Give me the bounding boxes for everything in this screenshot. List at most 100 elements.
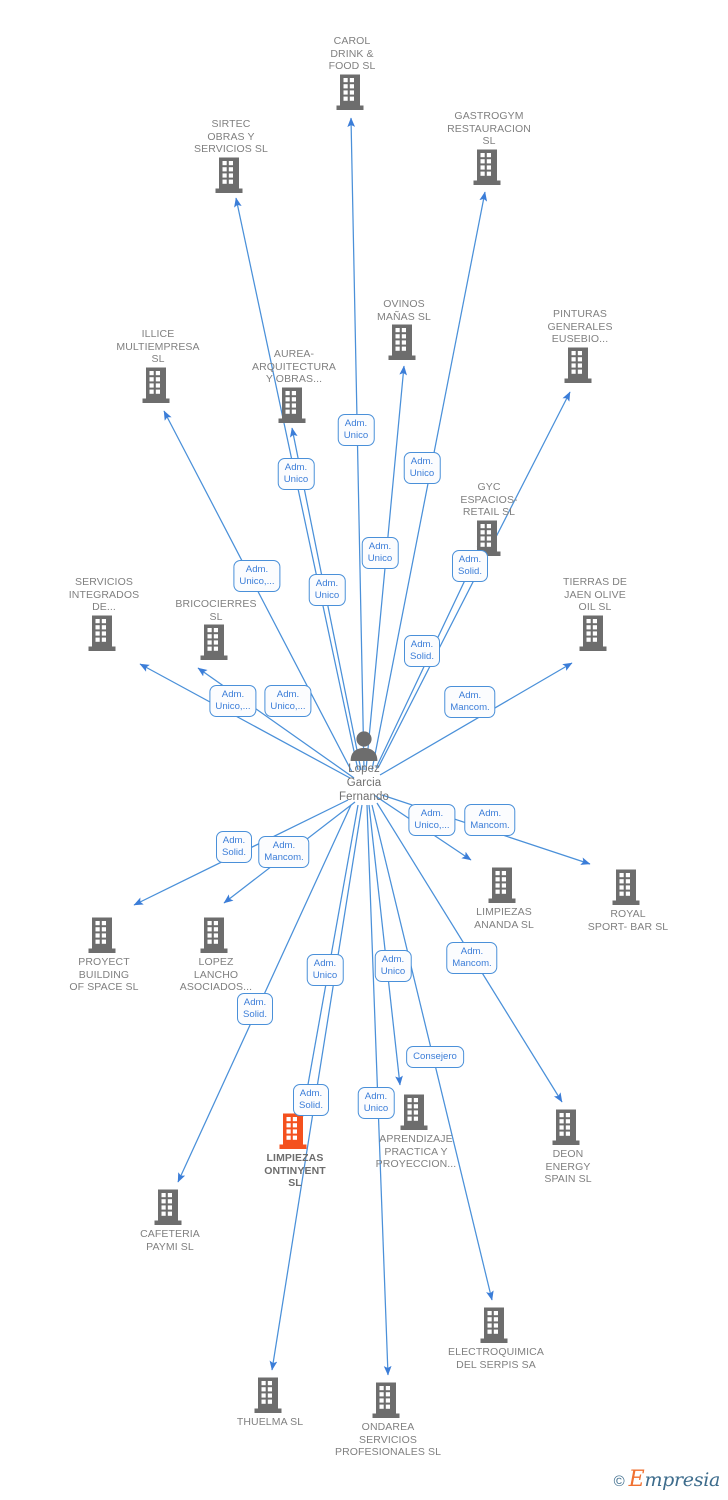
person-icon	[304, 730, 424, 762]
node-label: LIMPIEZAS ANANDA SL	[474, 906, 534, 931]
building-icon	[520, 346, 640, 386]
node-royal[interactable]: ROYAL SPORT- BAR SL	[568, 868, 688, 933]
node-label: ONDAREA SERVICIOS PROFESIONALES SL	[334, 1421, 442, 1459]
edge-label-pinturas[interactable]: Adm. Solid.	[404, 635, 440, 667]
node-label: CAFETERIA PAYMI SL	[140, 1228, 200, 1253]
building-glyph	[388, 324, 416, 361]
edge-label-illice[interactable]: Adm. Unico,...	[233, 560, 281, 592]
node-electro[interactable]: ELECTROQUIMICA DEL SERPIS SA	[436, 1306, 556, 1371]
building-icon	[508, 1108, 628, 1148]
building-icon	[535, 614, 655, 654]
node-label: BRICOCIERRES SL	[175, 598, 257, 623]
node-label: LIMPIEZAS ONTINYENT SL	[264, 1152, 326, 1190]
node-sirtec[interactable]: SIRTEC OBRAS Y SERVICIOS SL	[171, 118, 291, 196]
node-cafeteria[interactable]: CAFETERIA PAYMI SL	[110, 1188, 230, 1253]
node-limpiezas_on[interactable]: LIMPIEZAS ONTINYENT SL	[235, 1112, 355, 1190]
edge-label-sirtec[interactable]: Adm. Unico	[277, 458, 315, 490]
node-label: PROYECT BUILDING OF SPACE SL	[69, 956, 139, 994]
node-limpiezas_an[interactable]: LIMPIEZAS ANANDA SL	[444, 866, 564, 931]
node-tierras[interactable]: TIERRAS DE JAEN OLIVE OIL SL	[535, 576, 655, 654]
node-proyect[interactable]: PROYECT BUILDING OF SPACE SL	[44, 916, 164, 994]
building-icon	[444, 866, 564, 906]
edge-label-royal[interactable]: Adm. Mancom.	[464, 804, 516, 836]
node-bricocierres[interactable]: BRICOCIERRES SL	[156, 598, 276, 663]
building-icon	[235, 1112, 355, 1152]
building-icon	[156, 623, 276, 663]
building-glyph	[278, 387, 306, 423]
edge-label-thuelma[interactable]: Adm. Unico	[306, 954, 344, 986]
edge-label-carol[interactable]: Adm. Unico	[337, 414, 375, 446]
building-glyph	[142, 367, 170, 403]
node-servicios[interactable]: SERVICIOS INTEGRADOS DE...	[44, 576, 164, 654]
node-center[interactable]: Lopez Garcia Fernando	[304, 730, 424, 804]
node-thuelma[interactable]: THUELMA SL	[210, 1376, 330, 1429]
building-glyph	[473, 149, 501, 185]
building-icon	[110, 1188, 230, 1228]
edge-label-limpiezas_an[interactable]: Adm. Unico,...	[408, 804, 456, 836]
building-glyph	[400, 1094, 428, 1130]
node-pinturas[interactable]: PINTURAS GENERALES EUSEBIO...	[520, 308, 640, 386]
edge-label-cafeteria[interactable]: Adm. Solid.	[237, 993, 273, 1025]
building-icon	[98, 366, 218, 406]
building-icon	[234, 386, 354, 426]
edge-label-ondarea[interactable]: Adm. Unico	[357, 1087, 395, 1119]
building-glyph	[552, 1109, 580, 1145]
node-gyc[interactable]: GYC ESPACIOS- RETAIL SL	[429, 481, 549, 559]
edge-label-proyect[interactable]: Adm. Solid.	[216, 831, 252, 863]
building-icon	[344, 323, 464, 363]
node-gastrogym[interactable]: GASTROGYM RESTAURACION SL	[429, 110, 549, 188]
building-icon	[292, 73, 412, 113]
node-deon[interactable]: DEON ENERGY SPAIN SL	[508, 1108, 628, 1186]
building-glyph	[88, 615, 116, 651]
node-label: Lopez Garcia Fernando	[338, 763, 390, 803]
building-glyph	[612, 869, 640, 905]
edge-label-aurea[interactable]: Adm. Unico	[308, 574, 346, 606]
node-carol[interactable]: CAROL DRINK & FOOD SL	[292, 35, 412, 113]
building-icon	[429, 519, 549, 559]
node-lopez_lancho[interactable]: LOPEZ LANCHO ASOCIADOS...	[156, 916, 276, 994]
building-glyph	[154, 1189, 182, 1225]
building-glyph	[372, 1382, 400, 1418]
building-icon	[210, 1376, 330, 1416]
building-icon	[44, 916, 164, 956]
edge-label-servicios[interactable]: Adm. Unico,...	[209, 685, 257, 717]
building-icon	[429, 148, 549, 188]
edge-label-limpiezas_on[interactable]: Adm. Solid.	[293, 1084, 329, 1116]
node-label: ELECTROQUIMICA DEL SERPIS SA	[448, 1346, 544, 1371]
node-aurea[interactable]: AUREA- ARQUITECTURA Y OBRAS...	[234, 348, 354, 426]
node-label: GASTROGYM RESTAURACION SL	[447, 110, 531, 148]
node-label: ROYAL SPORT- BAR SL	[587, 908, 669, 933]
person-glyph	[350, 731, 378, 761]
edge-label-gyc[interactable]: Adm. Solid.	[452, 550, 488, 582]
edge-label-electro[interactable]: Consejero	[406, 1046, 464, 1068]
node-ovinos[interactable]: OVINOS MAÑAS SL	[344, 298, 464, 363]
node-label: TIERRAS DE JAEN OLIVE OIL SL	[562, 576, 627, 614]
building-glyph	[579, 615, 607, 651]
node-label: THUELMA SL	[236, 1416, 304, 1428]
node-ondarea[interactable]: ONDAREA SERVICIOS PROFESIONALES SL	[328, 1381, 448, 1459]
relationship-graph-canvas: CAROL DRINK & FOOD SL SIRTEC OBRAS Y SERV…	[0, 0, 728, 1500]
building-icon	[436, 1306, 556, 1346]
edge-center-to-aprendizaje	[368, 804, 403, 1086]
node-label: ILLICE MULTIEMPRESA SL	[116, 328, 200, 366]
node-label: SIRTEC OBRAS Y SERVICIOS SL	[194, 118, 268, 156]
building-glyph	[279, 1113, 307, 1149]
building-glyph	[200, 624, 228, 661]
building-glyph	[480, 1307, 508, 1343]
edge-label-deon[interactable]: Adm. Mancom.	[446, 942, 498, 974]
building-glyph	[215, 157, 243, 193]
edge-label-gastrogym[interactable]: Adm. Unico	[403, 452, 441, 484]
building-glyph	[564, 347, 592, 383]
node-label: CAROL DRINK & FOOD SL	[328, 35, 376, 73]
edge-label-aprendizaje[interactable]: Adm. Unico	[374, 950, 412, 982]
edge-label-tierras[interactable]: Adm. Mancom.	[444, 686, 496, 718]
edge-label-bricocierres[interactable]: Adm. Unico,...	[264, 685, 312, 717]
building-glyph	[488, 867, 516, 903]
node-label: DEON ENERGY SPAIN SL	[544, 1148, 592, 1186]
edge-label-ovinos[interactable]: Adm. Unico	[361, 537, 399, 569]
building-glyph	[200, 917, 228, 953]
building-glyph	[254, 1377, 282, 1413]
building-icon	[171, 156, 291, 196]
node-illice[interactable]: ILLICE MULTIEMPRESA SL	[98, 328, 218, 406]
edge-label-lopez_lancho[interactable]: Adm. Mancom.	[258, 836, 310, 868]
